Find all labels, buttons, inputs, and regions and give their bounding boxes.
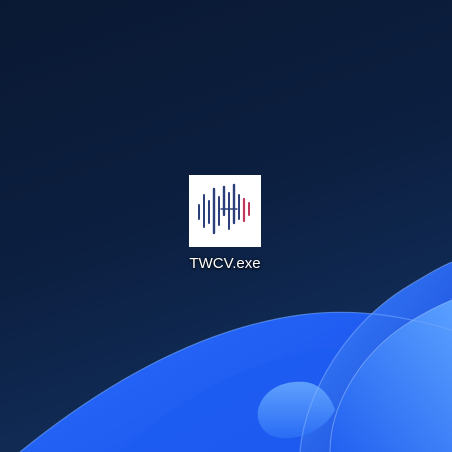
desktop[interactable]: TWCV.exe [0,0,452,452]
audio-waveform-app-icon [189,175,261,247]
desktop-shortcut-twcv[interactable]: TWCV.exe [178,170,272,280]
shortcut-label: TWCV.exe [189,255,261,272]
